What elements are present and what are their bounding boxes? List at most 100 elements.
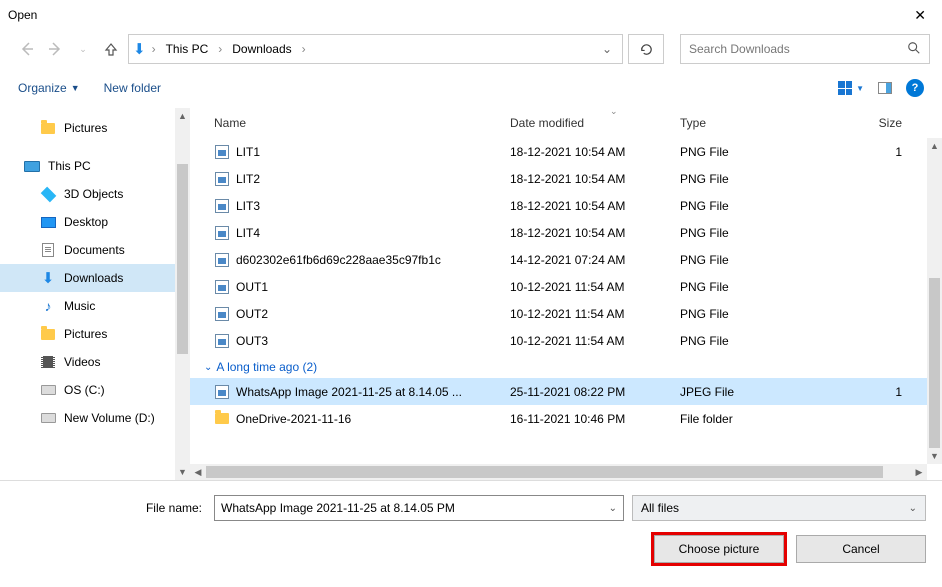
sidebar-item-videos[interactable]: Videos: [0, 348, 190, 376]
file-name: LIT2: [236, 172, 260, 186]
doc-icon: [40, 242, 56, 258]
file-date: 18-12-2021 10:54 AM: [510, 172, 680, 186]
file-type: File folder: [680, 412, 830, 426]
col-name[interactable]: Name: [190, 116, 510, 130]
file-date: 18-12-2021 10:54 AM: [510, 199, 680, 213]
file-row[interactable]: LIT418-12-2021 10:54 AMPNG File: [190, 219, 942, 246]
file-type: PNG File: [680, 253, 830, 267]
folder-icon: [40, 120, 56, 136]
sidebar-item-label: Music: [64, 299, 95, 313]
sidebar-item-this-pc[interactable]: This PC: [0, 152, 190, 180]
image-file-icon: [214, 306, 230, 322]
file-type-filter[interactable]: All files ⌄: [632, 495, 926, 521]
close-icon[interactable]: ✕: [906, 3, 934, 28]
forward-button[interactable]: [44, 38, 66, 60]
file-row[interactable]: OUT310-12-2021 11:54 AMPNG File: [190, 327, 942, 354]
file-row[interactable]: LIT118-12-2021 10:54 AMPNG File1: [190, 138, 942, 165]
breadcrumb-thispc[interactable]: This PC: [162, 40, 213, 58]
preview-pane-button[interactable]: [878, 82, 892, 94]
filename-input[interactable]: WhatsApp Image 2021-11-25 at 8.14.05 PM …: [214, 495, 624, 521]
file-date: 10-12-2021 11:54 AM: [510, 334, 680, 348]
col-size[interactable]: Size: [830, 116, 926, 130]
downloads-icon: ⬇: [133, 40, 146, 58]
view-options-button[interactable]: ▼: [838, 81, 864, 95]
address-dropdown[interactable]: ⌄: [596, 42, 618, 56]
folder-icon: [214, 411, 230, 427]
sidebar-item-new-volume-d-[interactable]: New Volume (D:): [0, 404, 190, 432]
choose-picture-button[interactable]: Choose picture: [654, 535, 784, 563]
sidebar-item-label: Documents: [64, 243, 125, 257]
sidebar-item-pictures[interactable]: Pictures: [0, 320, 190, 348]
image-file-icon: [214, 384, 230, 400]
image-file-icon: [214, 333, 230, 349]
file-name: WhatsApp Image 2021-11-25 at 8.14.05 ...: [236, 385, 462, 399]
address-bar[interactable]: ⬇ › This PC › Downloads › ⌄: [128, 34, 623, 64]
chevron-down-icon: ▼: [856, 84, 864, 93]
file-date: 16-11-2021 10:46 PM: [510, 412, 680, 426]
search-input[interactable]: Search Downloads: [680, 34, 930, 64]
image-file-icon: [214, 225, 230, 241]
file-name: LIT3: [236, 199, 260, 213]
refresh-button[interactable]: [628, 34, 664, 64]
scroll-down-icon[interactable]: ▼: [927, 448, 942, 464]
file-name: LIT4: [236, 226, 260, 240]
sidebar-item-documents[interactable]: Documents: [0, 236, 190, 264]
drive-icon: [40, 382, 56, 398]
chevron-right-icon: ›: [298, 42, 310, 56]
file-row[interactable]: WhatsApp Image 2021-11-25 at 8.14.05 ...…: [190, 378, 942, 405]
scroll-up-icon[interactable]: ▲: [927, 138, 942, 154]
help-button[interactable]: ?: [906, 79, 924, 97]
file-row[interactable]: LIT218-12-2021 10:54 AMPNG File: [190, 165, 942, 192]
image-file-icon: [214, 252, 230, 268]
back-button[interactable]: [16, 38, 38, 60]
sidebar-item-downloads[interactable]: ⬇Downloads: [0, 264, 190, 292]
file-row[interactable]: OUT210-12-2021 11:54 AMPNG File: [190, 300, 942, 327]
file-row[interactable]: d602302e61fb6d69c228aae35c97fb1c14-12-20…: [190, 246, 942, 273]
sidebar-item-pictures[interactable]: Pictures: [0, 114, 190, 142]
sidebar-item-label: This PC: [48, 159, 91, 173]
col-type[interactable]: Type: [680, 116, 830, 130]
sidebar-item-desktop[interactable]: Desktop: [0, 208, 190, 236]
pc-icon: [24, 158, 40, 174]
new-folder-button[interactable]: New folder: [104, 81, 161, 95]
vertical-scrollbar[interactable]: ▲ ▼: [927, 138, 942, 464]
file-row[interactable]: LIT318-12-2021 10:54 AMPNG File: [190, 192, 942, 219]
drive-icon: [40, 410, 56, 426]
up-button[interactable]: [100, 38, 122, 60]
sidebar-scrollbar[interactable]: ▲▼: [175, 108, 190, 480]
sidebar-item-os-c-[interactable]: OS (C:): [0, 376, 190, 404]
scroll-right-icon[interactable]: ▶: [911, 464, 927, 480]
sidebar-item-3d-objects[interactable]: 3D Objects: [0, 180, 190, 208]
scroll-thumb[interactable]: [206, 466, 883, 478]
chevron-down-icon[interactable]: ⌄: [609, 503, 617, 514]
sidebar-item-label: Desktop: [64, 215, 108, 229]
file-row[interactable]: OUT110-12-2021 11:54 AMPNG File: [190, 273, 942, 300]
chevron-right-icon: ›: [214, 42, 226, 56]
file-row[interactable]: OneDrive-2021-11-16 16-11-2021 10:46 PMFi…: [190, 405, 942, 432]
file-date: 25-11-2021 08:22 PM: [510, 385, 680, 399]
file-type: PNG File: [680, 307, 830, 321]
sidebar-item-label: Downloads: [64, 271, 123, 285]
chevron-down-icon: ⌄: [204, 362, 212, 373]
file-name: OneDrive-2021-11-16: [236, 412, 351, 426]
recent-dropdown[interactable]: ⌄: [72, 38, 94, 60]
file-date: 18-12-2021 10:54 AM: [510, 226, 680, 240]
search-placeholder: Search Downloads: [689, 42, 790, 56]
file-group-header[interactable]: ⌄A long time ago (2): [190, 354, 942, 378]
sidebar-item-label: OS (C:): [64, 383, 105, 397]
sidebar-item-label: Pictures: [64, 327, 107, 341]
cancel-button[interactable]: Cancel: [796, 535, 926, 563]
col-date[interactable]: Date modified: [510, 116, 680, 130]
sidebar-item-music[interactable]: ♪Music: [0, 292, 190, 320]
organize-menu[interactable]: Organize ▼: [18, 81, 80, 95]
breadcrumb-downloads[interactable]: Downloads: [228, 40, 295, 58]
file-list: LIT118-12-2021 10:54 AMPNG File1 LIT2 18-1…: [190, 138, 942, 432]
horizontal-scrollbar[interactable]: ◀ ▶: [190, 464, 927, 480]
file-name: OUT2: [236, 307, 268, 321]
file-date: 14-12-2021 07:24 AM: [510, 253, 680, 267]
scroll-thumb[interactable]: [929, 278, 940, 448]
file-date: 18-12-2021 10:54 AM: [510, 145, 680, 159]
file-date: 10-12-2021 11:54 AM: [510, 280, 680, 294]
scroll-left-icon[interactable]: ◀: [190, 464, 206, 480]
chevron-right-icon: ›: [148, 42, 160, 56]
